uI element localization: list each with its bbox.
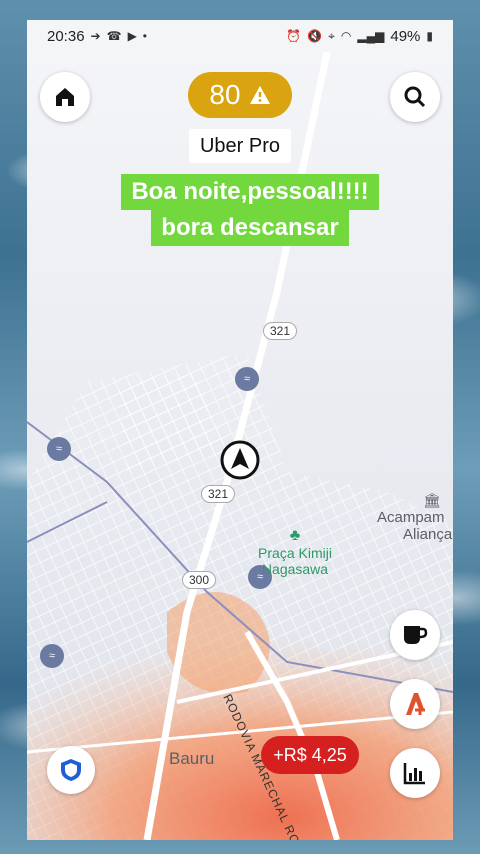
place-label-line1: Acampam	[377, 509, 445, 526]
poi-name-line2: Nagasawa	[261, 561, 329, 577]
dot-icon: •	[142, 29, 147, 43]
youtube-icon: ▶	[127, 29, 137, 43]
status-time: 20:36	[47, 27, 85, 45]
location-icon: ⌖	[328, 28, 335, 43]
place-label-line2: Aliança	[403, 526, 453, 543]
battery-level: 49%	[390, 27, 421, 45]
signal-icon: ▂▄▆	[357, 29, 385, 43]
poi-name-line1: Praça Kimiji	[258, 545, 332, 561]
route-shield: 321	[263, 322, 298, 340]
mute-icon: 🔇	[307, 29, 323, 43]
boost-icon	[406, 693, 425, 715]
coffee-icon	[404, 626, 428, 644]
pro-score-badge[interactable]: 80	[188, 72, 292, 118]
uber-pro-label[interactable]: Uber Pro	[189, 129, 291, 163]
status-bar: 20:36 ➔ ☎ ▶ • ⏰ 🔇 ⌖ ◠ ▂▄▆ 49% ▮	[27, 20, 453, 52]
tree-icon: ♣	[289, 527, 301, 544]
bar-chart-icon	[403, 763, 425, 785]
map-view[interactable]: ≈ ≈ ≈ ≈ 321 321 300 ♣ Praça Kimiji Nagas…	[27, 52, 453, 840]
safety-button[interactable]	[47, 746, 95, 794]
earnings-pill[interactable]: +R$ 4,25	[261, 736, 359, 774]
phone-screen: 20:36 ➔ ☎ ▶ • ⏰ 🔇 ⌖ ◠ ▂▄▆ 49% ▮ ≈ ≈ ≈ ≈ …	[27, 20, 453, 840]
alarm-icon: ⏰	[286, 29, 302, 43]
search-icon	[404, 86, 426, 108]
message-line2: bora descansar	[151, 210, 349, 246]
poi-park: ♣ Praça Kimiji Nagasawa	[250, 527, 340, 577]
home-button[interactable]	[40, 72, 90, 122]
score-value: 80	[209, 79, 241, 110]
place-label: 🏛 Acampam Aliança	[377, 492, 452, 543]
route-shield: 321	[201, 485, 236, 503]
city-label: Bauru	[169, 749, 215, 768]
route-shield: 300	[182, 571, 217, 589]
battery-icon: ▮	[426, 29, 433, 43]
warning-icon	[249, 86, 270, 104]
shield-icon	[61, 759, 81, 781]
insights-button[interactable]	[390, 748, 440, 798]
forward-icon: ➔	[90, 29, 101, 43]
home-icon	[56, 88, 74, 106]
break-button[interactable]	[390, 610, 440, 660]
museum-icon: 🏛	[423, 492, 441, 508]
boost-marker[interactable]: ≈	[47, 437, 71, 461]
sticker-message: Boa noite,pessoal!!!! bora descansar	[110, 174, 390, 246]
boost-marker[interactable]: ≈	[235, 367, 259, 391]
boost-marker[interactable]: ≈	[40, 644, 64, 668]
message-line1: Boa noite,pessoal!!!!	[121, 174, 379, 210]
wifi-icon: ◠	[340, 29, 352, 43]
search-button[interactable]	[390, 72, 440, 122]
missed-call-icon: ☎	[106, 29, 122, 43]
boost-button[interactable]	[390, 679, 440, 729]
